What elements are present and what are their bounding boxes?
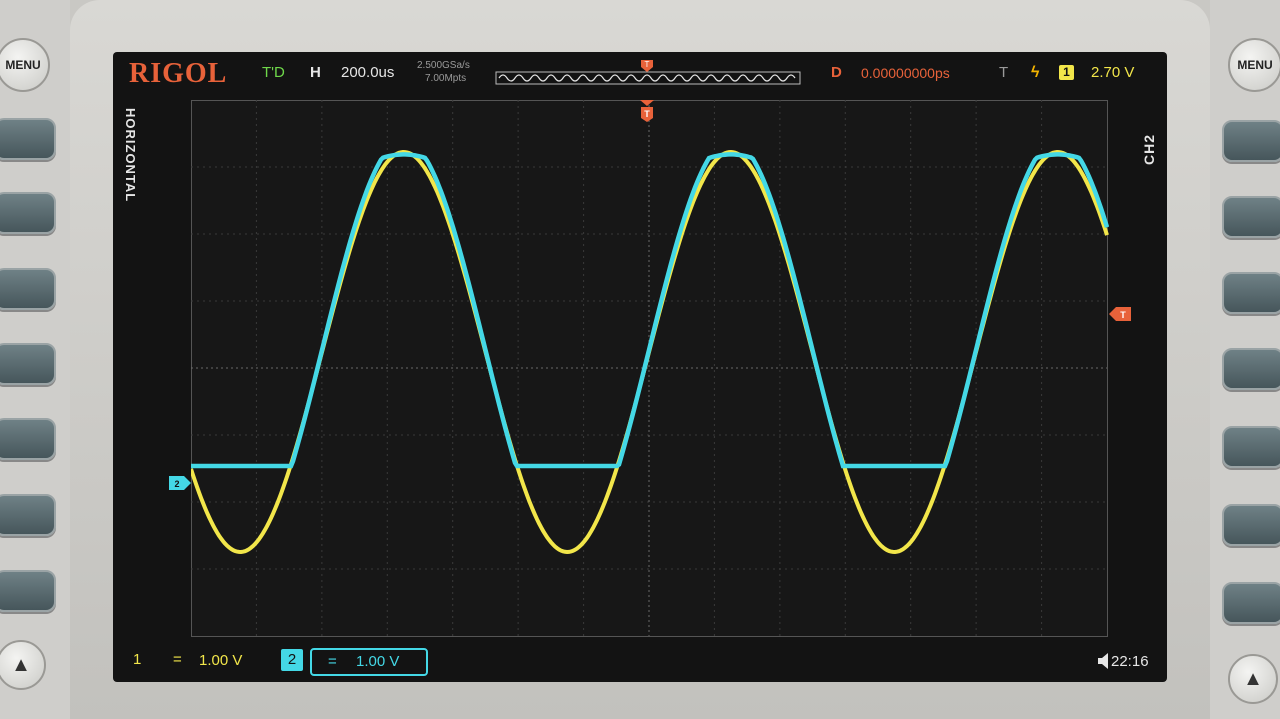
- run-status: T'D: [262, 64, 285, 81]
- trigger-level[interactable]: 2.70 V: [1091, 64, 1134, 81]
- trigger-position-marker[interactable]: T: [640, 100, 654, 122]
- menu-button-left-label: MENU: [5, 58, 41, 72]
- ch1-number[interactable]: 1: [133, 651, 141, 668]
- right-softkey-6[interactable]: [1222, 504, 1280, 546]
- ch2-ground-text: 2: [174, 479, 179, 489]
- trigger-level-marker[interactable]: T: [1109, 307, 1131, 321]
- left-softkey-6[interactable]: [0, 494, 56, 536]
- trigger-source-badge: 1: [1059, 65, 1074, 80]
- speaker-icon[interactable]: [1097, 652, 1111, 670]
- right-menu-label: CH2: [1141, 134, 1157, 166]
- ch2-coupling-icon: =: [328, 653, 337, 670]
- right-softkey-1[interactable]: [1222, 120, 1280, 162]
- ch2-ground-marker[interactable]: 2: [169, 476, 191, 490]
- right-softkey-5[interactable]: [1222, 426, 1280, 468]
- oscilloscope-screen: RIGOL T'D H 200.0us 2.500GSa/s 7.00Mpts …: [113, 52, 1167, 682]
- left-softkey-3[interactable]: [0, 268, 56, 310]
- horizontal-label: H: [310, 64, 321, 81]
- right-softkey-7[interactable]: [1222, 582, 1280, 624]
- right-softkey-4[interactable]: [1222, 348, 1280, 390]
- left-softkey-2[interactable]: [0, 192, 56, 234]
- waveform-display[interactable]: [191, 100, 1109, 638]
- menu-button-right-label: MENU: [1237, 58, 1273, 72]
- left-menu-label: HORIZONTAL: [123, 108, 138, 203]
- right-up-arrow-button[interactable]: ▲: [1228, 654, 1278, 704]
- memory-overview-bar[interactable]: T: [495, 58, 801, 88]
- delay-value[interactable]: 0.00000000ps: [861, 65, 950, 81]
- right-softkey-3[interactable]: [1222, 272, 1280, 314]
- status-bar: RIGOL T'D H 200.0us 2.500GSa/s 7.00Mpts …: [113, 52, 1167, 96]
- ch2-number-badge[interactable]: 2: [281, 649, 303, 671]
- rising-edge-icon: ϟ: [1031, 64, 1040, 81]
- left-softkey-1[interactable]: [0, 118, 56, 160]
- ch1-scale[interactable]: 1.00 V: [199, 652, 242, 669]
- delay-label: D: [831, 64, 842, 81]
- channel-info-bar: 1 = 1.00 V 2 = 1.00 V 22:16: [113, 642, 1167, 682]
- ch2-scale: 1.00 V: [356, 653, 400, 670]
- brand-logo: RIGOL: [129, 58, 228, 89]
- trigger-level-text: T: [1120, 310, 1126, 320]
- clock: 22:16: [1111, 653, 1149, 670]
- left-softkey-7[interactable]: [0, 570, 56, 612]
- chevron-up-icon: ▲: [11, 653, 31, 676]
- trigger-position-text: T: [644, 109, 650, 119]
- sample-rate: 2.500GSa/s: [417, 60, 470, 71]
- memory-depth: 7.00Mpts: [425, 73, 467, 84]
- overview-trigger-flag: T: [645, 60, 650, 69]
- ch2-scale-box[interactable]: = 1.00 V: [310, 648, 428, 676]
- trigger-label: T: [999, 64, 1009, 81]
- chevron-up-icon: ▲: [1243, 667, 1263, 690]
- right-softkey-2[interactable]: [1222, 196, 1280, 238]
- left-softkey-5[interactable]: [0, 418, 56, 460]
- left-softkey-4[interactable]: [0, 343, 56, 385]
- menu-button-right[interactable]: MENU: [1228, 38, 1280, 92]
- timebase-value[interactable]: 200.0us: [341, 64, 394, 81]
- ch1-coupling-icon: =: [173, 651, 182, 668]
